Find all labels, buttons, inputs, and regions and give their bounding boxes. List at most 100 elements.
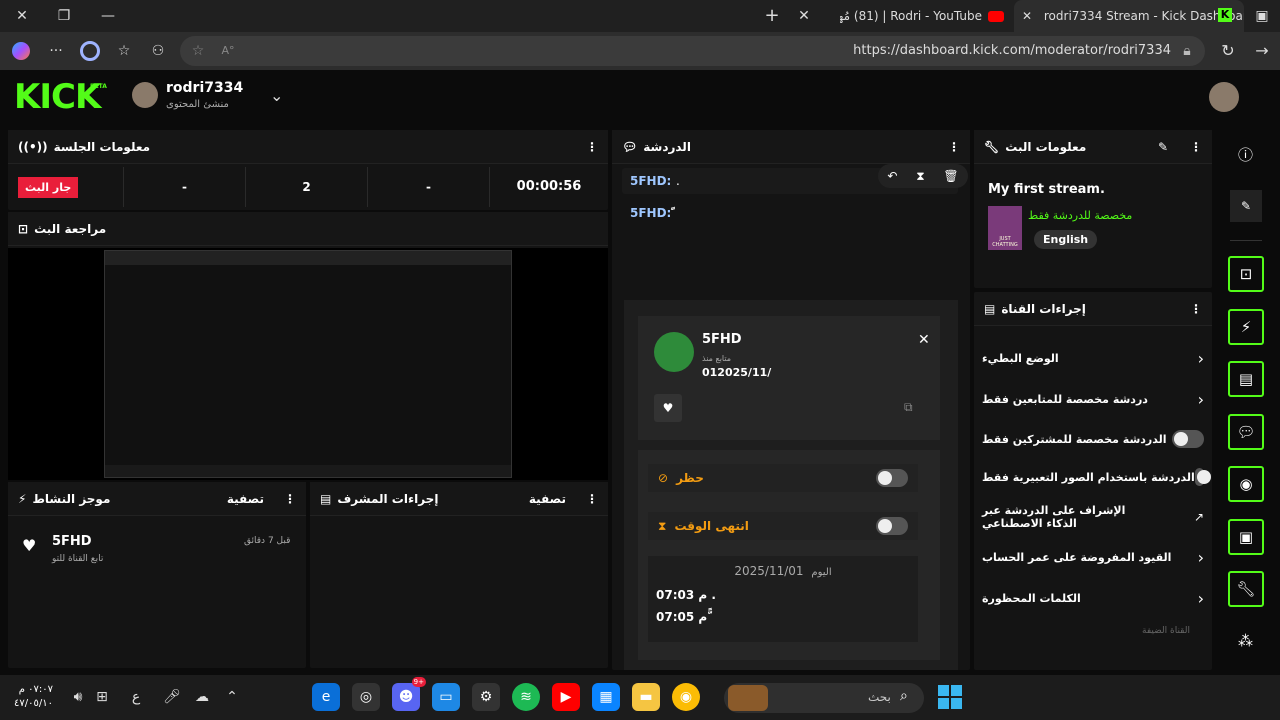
more-icon[interactable]: ··· <box>44 35 68 67</box>
emotes-only-toggle[interactable] <box>1194 468 1212 486</box>
tab-actions-icon[interactable]: ▣ <box>1248 0 1276 32</box>
explorer-icon[interactable]: ▬ <box>632 683 660 711</box>
user-avatar[interactable] <box>132 82 158 108</box>
spotify-icon[interactable]: ≋ <box>512 683 540 711</box>
edit-pencil-icon[interactable]: ✎ <box>1158 140 1168 154</box>
chevron-right-icon[interactable]: › <box>1198 390 1204 409</box>
trash-icon[interactable]: 🗑︎ <box>943 169 958 183</box>
actions-toggle-icon[interactable]: ▣ <box>1228 519 1264 555</box>
undo-icon[interactable]: ↶ <box>887 169 897 183</box>
ban-toggle[interactable] <box>876 469 908 487</box>
chat-toggle-icon[interactable]: 💬︎ <box>1228 414 1264 450</box>
menu-kebab-icon[interactable]: ⋮ <box>948 140 960 154</box>
edit-icon[interactable]: ✎ <box>1230 190 1262 222</box>
lock-icon[interactable]: 🔒︎ <box>1177 36 1197 66</box>
edge-icon[interactable]: e <box>312 683 340 711</box>
obs-icon[interactable]: ◎ <box>352 683 380 711</box>
tab-youtube-title: Rodri - YouTube | ‫(81) مُهند‬ <box>840 9 982 23</box>
favorites-icon[interactable]: ☆ <box>112 35 136 67</box>
menu-kebab-icon[interactable]: ⋮ <box>1190 302 1202 316</box>
chevron-down-icon[interactable]: ⌄ <box>270 86 283 105</box>
discord-icon[interactable]: ☻ 9+ <box>392 677 426 711</box>
account-avatar[interactable] <box>1209 82 1239 112</box>
clock[interactable]: ٠٧:٠٧ م ٤٧/٠٥/١٠ <box>14 683 53 711</box>
ban-row: ⊘ حظر <box>648 464 918 492</box>
chat-message-user[interactable]: 5FHD: <box>630 206 671 220</box>
taskbar-apps: e ◎ ☻ 9+ ▭ ⚙ ≋ ▶ ▦ ▬ ◉ <box>312 677 700 711</box>
chevron-up-icon[interactable]: ⌃ <box>220 681 244 713</box>
action-slow-mode[interactable]: الوضع البطيء › <box>982 346 1204 370</box>
close-window-icon[interactable]: ✕ <box>8 0 36 32</box>
kick-logo[interactable]: KICK <box>14 80 101 114</box>
address-bar[interactable]: ☆ A° https://dashboard.kick.com/moderato… <box>180 36 1205 66</box>
layout-icon[interactable]: ⁂ <box>1238 632 1253 650</box>
session-title: معلومات الجلسة <box>53 139 151 154</box>
menu-kebab-icon[interactable]: ⋮ <box>284 492 296 506</box>
cloud-icon[interactable]: ☁ <box>190 681 214 713</box>
timeout-toggle[interactable] <box>876 517 908 535</box>
chrome-icon[interactable]: ◉ <box>672 683 700 711</box>
start-button[interactable] <box>938 685 962 709</box>
language-indicator[interactable]: ع <box>124 681 148 713</box>
tab-youtube[interactable]: Rodri - YouTube | ‫(81) مُهند‬ <box>840 0 1012 32</box>
username[interactable]: rodri7334 <box>166 80 243 96</box>
close-tab-icon[interactable]: ✕ <box>1022 9 1032 23</box>
action-followers-only[interactable]: دردشة مخصصة للمتابعين فقط › <box>982 387 1204 411</box>
microphone-icon[interactable]: 🎤︎ <box>160 681 184 713</box>
chevron-right-icon[interactable]: › <box>1198 589 1204 608</box>
session-stats: جار البث - 2 - 00:00:56 <box>8 164 608 210</box>
tab-kick[interactable]: ✕ rodri7334 Stream - Kick Dashboard <box>1014 0 1244 32</box>
taskbar-search[interactable]: بحث ⌕ <box>724 683 924 713</box>
restore-window-icon[interactable]: ❐ <box>50 0 78 32</box>
session-panel: ((•)) معلومات الجلسة ⋮ جار البث - 2 - 00… <box>8 130 608 210</box>
chat-message-user[interactable]: 5FHD: <box>630 174 671 188</box>
menu-kebab-icon[interactable]: ⋮ <box>586 140 598 154</box>
url-text[interactable]: https://dashboard.kick.com/moderator/rod… <box>853 36 1171 66</box>
extensions-icon[interactable]: ⚇ <box>146 35 170 67</box>
action-ai-moderation[interactable]: الإشراف على الدردشة عبر الذكاء الاصطناعي… <box>982 502 1204 532</box>
live-badge: جار البث <box>18 176 79 198</box>
youtube-app-icon[interactable]: ▶ <box>552 683 580 711</box>
forward-icon[interactable]: → <box>1250 35 1274 67</box>
stream-category[interactable]: مخصصة للدردشة فقط <box>1028 209 1132 222</box>
follow-heart-icon[interactable]: ♥ <box>654 394 682 422</box>
display-icon[interactable]: ⊞ <box>90 681 114 713</box>
chat-message[interactable]: 5FHD: . ↶ ⧗ 🗑︎ <box>622 164 968 194</box>
right-sidebar: ⓘ ✎ ⊡ ⚡ ▤ 💬︎ ◉ ▣ 🔧︎ ⁂ <box>1216 130 1276 670</box>
volume-icon[interactable]: 🔊︎ <box>66 681 90 713</box>
profile-ring-icon[interactable] <box>80 41 100 61</box>
timeout-icon[interactable]: ⧗ <box>916 169 924 184</box>
menu-kebab-icon[interactable]: ⋮ <box>586 492 598 506</box>
refresh-icon[interactable]: ↻ <box>1216 35 1240 67</box>
subscribers-only-toggle[interactable] <box>1172 430 1204 448</box>
close-tab-icon[interactable]: ✕ <box>790 0 818 32</box>
preview-video[interactable] <box>8 248 608 480</box>
new-tab-icon[interactable]: + <box>758 0 786 32</box>
read-aloud-icon[interactable]: A° <box>218 36 238 66</box>
activity-filter[interactable]: تصفية <box>227 492 264 506</box>
activity-user[interactable]: 5FHD <box>52 534 92 549</box>
preview-toggle-icon[interactable]: ⊡ <box>1228 256 1264 292</box>
chevron-right-icon[interactable]: › <box>1198 349 1204 368</box>
steam-icon[interactable]: ⚙ <box>472 683 500 711</box>
activity-toggle-icon[interactable]: ⚡ <box>1228 309 1264 345</box>
chevron-right-icon[interactable]: › <box>1198 548 1204 567</box>
store-icon[interactable]: ▦ <box>592 683 620 711</box>
preview-frame-taskbar <box>105 465 511 477</box>
log-toggle-icon[interactable]: ▤ <box>1228 361 1264 397</box>
mod-actions-filter[interactable]: تصفية <box>529 492 566 506</box>
minimize-window-icon[interactable]: — <box>94 0 122 32</box>
external-link-icon[interactable]: ↗ <box>1194 510 1204 524</box>
copy-icon[interactable]: ⧉ <box>904 400 913 415</box>
action-account-age[interactable]: القيود المفروضة على عمر الحساب › <box>982 545 1204 569</box>
close-icon[interactable]: ✕ <box>918 332 930 348</box>
info-icon[interactable]: ⓘ <box>1238 144 1253 165</box>
copilot-icon[interactable] <box>12 42 30 60</box>
favorite-star-icon[interactable]: ☆ <box>188 36 208 66</box>
menu-kebab-icon[interactable]: ⋮ <box>1190 140 1202 154</box>
tools-toggle-icon[interactable]: 🔧︎ <box>1228 571 1264 607</box>
broadcast-toggle-icon[interactable]: ◉ <box>1228 466 1264 502</box>
action-banned-words[interactable]: الكلمات المحظورة › <box>982 586 1204 610</box>
media-icon[interactable]: ▭ <box>432 683 460 711</box>
timeout-label: انتهى الوقت <box>674 519 749 533</box>
